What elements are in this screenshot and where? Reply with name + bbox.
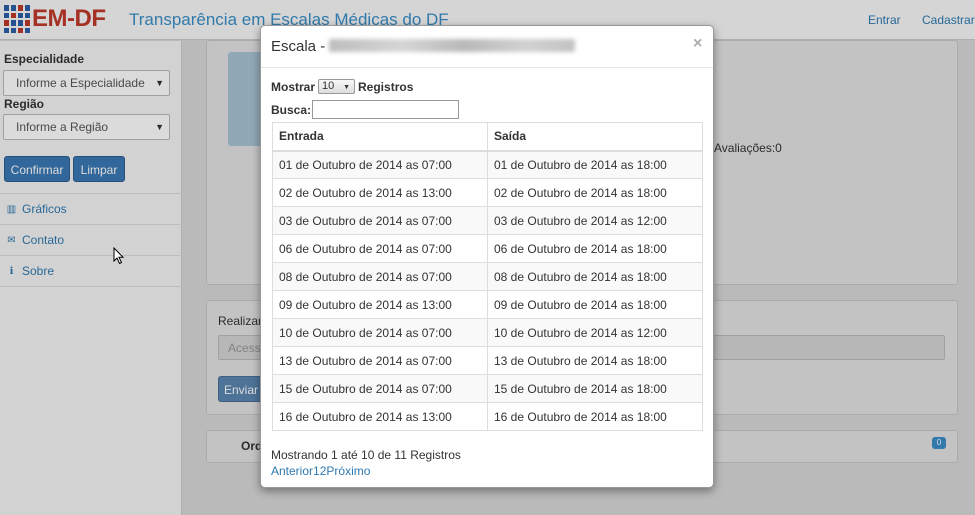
table-header-row: Entrada Saída — [272, 122, 703, 152]
saida-cell: 02 de Outubro de 2014 as 18:00 — [487, 178, 703, 207]
saida-cell: 03 de Outubro de 2014 as 12:00 — [487, 206, 703, 235]
search-control: Busca: — [271, 100, 460, 119]
table-row: 01 de Outubro de 2014 as 07:00 01 de Outu… — [272, 150, 703, 179]
table-row: 16 de Outubro de 2014 as 13:00 16 de Outu… — [272, 402, 703, 431]
entrada-cell: 13 de Outubro de 2014 as 07:00 — [272, 346, 488, 375]
saida-cell: 15 de Outubro de 2014 as 18:00 — [487, 374, 703, 403]
pager-page-2[interactable]: 2 — [320, 464, 327, 478]
saida-cell: 01 de Outubro de 2014 as 18:00 — [487, 150, 703, 179]
pagination: Anterior 1 2 Próximo — [271, 464, 370, 478]
page-length-select[interactable]: 10 ▼ — [318, 79, 356, 94]
page-length-control: Mostrar 10 ▼ Registros — [271, 79, 413, 94]
entrada-cell: 09 de Outubro de 2014 as 13:00 — [272, 290, 488, 319]
saida-cell: 13 de Outubro de 2014 as 18:00 — [487, 346, 703, 375]
schedule-table: Entrada Saída 01 de Outubro de 2014 as 0… — [272, 122, 703, 431]
modal-header: Escala - × — [261, 26, 713, 68]
close-icon[interactable]: × — [693, 35, 702, 53]
show-label: Mostrar — [271, 79, 316, 94]
pager-next[interactable]: Próximo — [326, 464, 370, 478]
entrada-cell: 02 de Outubro de 2014 as 13:00 — [272, 178, 488, 207]
table-row: 08 de Outubro de 2014 as 07:00 08 de Outu… — [272, 262, 703, 291]
table-row: 03 de Outubro de 2014 as 07:00 03 de Outu… — [272, 206, 703, 235]
pager-previous[interactable]: Anterior — [271, 464, 313, 478]
pager-page-1[interactable]: 1 — [313, 464, 320, 478]
entrada-cell: 10 de Outubro de 2014 as 07:00 — [272, 318, 488, 347]
table-row: 09 de Outubro de 2014 as 13:00 09 de Outu… — [272, 290, 703, 319]
page-length-value: 10 — [322, 80, 335, 92]
schedule-modal: Escala - × Mostrar 10 ▼ Registros Busca:… — [260, 25, 714, 488]
saida-cell: 06 de Outubro de 2014 as 18:00 — [487, 234, 703, 263]
modal-title-text: Escala - — [271, 38, 326, 55]
records-label: Registros — [358, 79, 414, 94]
entrada-cell: 01 de Outubro de 2014 as 07:00 — [272, 150, 488, 179]
caret-down-icon: ▼ — [343, 84, 351, 91]
mouse-cursor-icon — [113, 247, 125, 265]
table-info: Mostrando 1 até 10 de 11 Registros — [271, 448, 461, 462]
search-label: Busca: — [271, 102, 312, 117]
table-row: 15 de Outubro de 2014 as 07:00 15 de Outu… — [272, 374, 703, 403]
table-row: 06 de Outubro de 2014 as 07:00 06 de Outu… — [272, 234, 703, 263]
entrada-cell: 06 de Outubro de 2014 as 07:00 — [272, 234, 488, 263]
entrada-cell: 08 de Outubro de 2014 as 07:00 — [272, 262, 488, 291]
search-input[interactable] — [312, 100, 460, 119]
saida-cell: 09 de Outubro de 2014 as 18:00 — [487, 290, 703, 319]
column-header-saida[interactable]: Saída — [487, 122, 703, 152]
modal-title: Escala - — [271, 38, 576, 55]
entrada-cell: 15 de Outubro de 2014 as 07:00 — [272, 374, 488, 403]
table-row: 02 de Outubro de 2014 as 13:00 02 de Outu… — [272, 178, 703, 207]
entrada-cell: 03 de Outubro de 2014 as 07:00 — [272, 206, 488, 235]
saida-cell: 10 de Outubro de 2014 as 12:00 — [487, 318, 703, 347]
saida-cell: 08 de Outubro de 2014 as 18:00 — [487, 262, 703, 291]
table-row: 10 de Outubro de 2014 as 07:00 10 de Outu… — [272, 318, 703, 347]
table-row: 13 de Outubro de 2014 as 07:00 13 de Outu… — [272, 346, 703, 375]
column-header-entrada[interactable]: Entrada — [272, 122, 488, 152]
table-body: 01 de Outubro de 2014 as 07:00 01 de Outu… — [272, 150, 703, 431]
redacted-doctor-name — [329, 39, 576, 52]
entrada-cell: 16 de Outubro de 2014 as 13:00 — [272, 402, 488, 431]
saida-cell: 16 de Outubro de 2014 as 18:00 — [487, 402, 703, 431]
